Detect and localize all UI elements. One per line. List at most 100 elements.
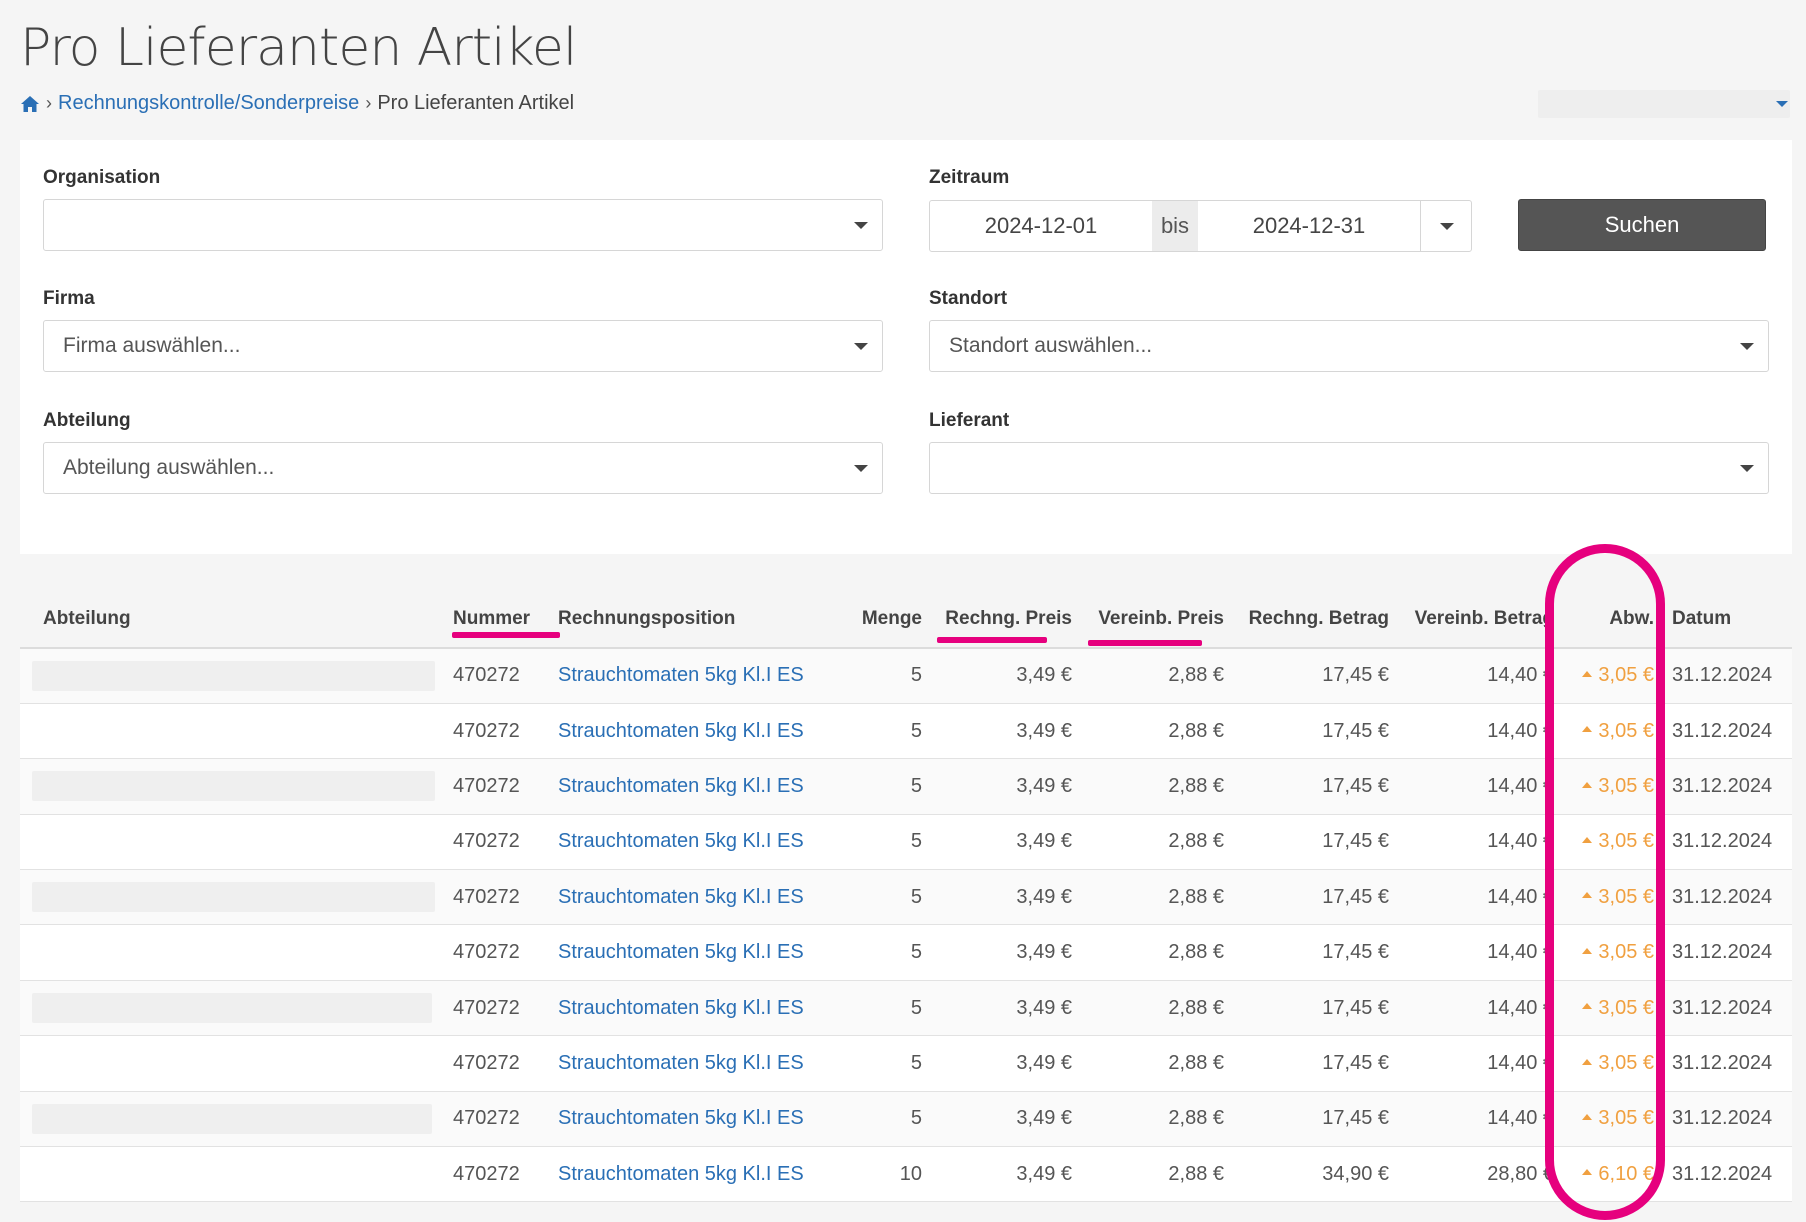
organisation-select[interactable] [43,199,883,251]
cell-vereinb-preis: 2,88 € [1076,814,1228,871]
cell-rechng-betrag: 17,45 € [1228,980,1393,1037]
cell-rechng-preis: 3,49 € [926,980,1076,1037]
cell-rechnungsposition: Strauchtomaten 5kg Kl.I ES [554,1035,820,1092]
date-range-dropdown[interactable] [1420,201,1471,251]
column-header-nummer[interactable]: Nummer [449,590,554,649]
cell-datum: 31.12.2024 [1668,1146,1792,1203]
cell-rechng-betrag: 17,45 € [1228,1035,1393,1092]
cell-menge: 5 [820,648,926,704]
table-row[interactable]: 470272 Strauchtomaten 5kg Kl.I ES 10 3,49 €… [20,1146,1792,1203]
cell-vereinb-preis: 2,88 € [1076,869,1228,926]
table-header-row: Abteilung Nummer Rechnungsposition Menge… [20,590,1792,649]
search-button[interactable]: Suchen [1518,199,1766,251]
cell-abteilung [20,1035,449,1092]
cell-datum: 31.12.2024 [1668,1035,1792,1092]
lieferant-select[interactable] [929,442,1769,494]
cell-rechng-preis: 3,49 € [926,924,1076,981]
column-header-vereinb-betrag[interactable]: Vereinb. Betrag [1393,590,1558,649]
table-row[interactable]: 470272 Strauchtomaten 5kg Kl.I ES 5 3,49 €2… [20,648,1792,704]
cell-menge: 5 [820,703,926,760]
column-header-abteilung[interactable]: Abteilung [20,590,449,649]
article-link[interactable]: Strauchtomaten 5kg Kl.I ES [558,941,804,963]
lieferant-label: Lieferant [929,410,1010,431]
table-row[interactable]: 470272 Strauchtomaten 5kg Kl.I ES 5 3,49 €2… [20,814,1792,871]
article-link[interactable]: Strauchtomaten 5kg Kl.I ES [558,886,804,908]
table-row[interactable]: 470272 Strauchtomaten 5kg Kl.I ES 5 3,49 €2… [20,758,1792,815]
article-link[interactable]: Strauchtomaten 5kg Kl.I ES [558,720,804,742]
cell-rechnungsposition: Strauchtomaten 5kg Kl.I ES [554,758,820,815]
cell-abteilung [20,703,449,760]
zeitraum-label: Zeitraum [929,167,1010,188]
cell-rechng-preis: 3,49 € [926,703,1076,760]
table-row[interactable]: 470272 Strauchtomaten 5kg Kl.I ES 5 3,49 €2… [20,703,1792,760]
cell-rechng-betrag: 17,45 € [1228,758,1393,815]
account-dropdown[interactable] [1538,90,1790,118]
standort-select[interactable]: Standort auswählen... [929,320,1769,372]
article-link[interactable]: Strauchtomaten 5kg Kl.I ES [558,1163,804,1185]
cell-rechnungsposition: Strauchtomaten 5kg Kl.I ES [554,648,820,704]
redacted-abteilung [32,1103,432,1134]
redacted-abteilung [32,882,435,913]
column-header-rechnungsposition[interactable]: Rechnungsposition [554,590,820,649]
article-link[interactable]: Strauchtomaten 5kg Kl.I ES [558,775,804,797]
article-link[interactable]: Strauchtomaten 5kg Kl.I ES [558,997,804,1019]
date-from-input[interactable]: 2024-12-01 [930,201,1152,251]
cell-vereinb-preis: 2,88 € [1076,1146,1228,1203]
column-header-rechng-betrag[interactable]: Rechng. Betrag [1228,590,1393,649]
highlight-underline-nummer [452,632,560,638]
cell-menge: 5 [820,924,926,981]
cell-rechnungsposition: Strauchtomaten 5kg Kl.I ES [554,703,820,760]
abteilung-select[interactable]: Abteilung auswählen... [43,442,883,494]
date-range-separator: bis [1152,201,1198,251]
cell-rechng-betrag: 17,45 € [1228,869,1393,926]
cell-vereinb-preis: 2,88 € [1076,703,1228,760]
table-row[interactable]: 470272 Strauchtomaten 5kg Kl.I ES 5 3,49 €2… [20,869,1792,926]
article-link[interactable]: Strauchtomaten 5kg Kl.I ES [558,830,804,852]
cell-datum: 31.12.2024 [1668,924,1792,981]
date-to-input[interactable]: 2024-12-31 [1198,201,1420,251]
article-link[interactable]: Strauchtomaten 5kg Kl.I ES [558,1107,804,1129]
cell-menge: 5 [820,980,926,1037]
column-header-datum[interactable]: Datum [1668,590,1792,649]
cell-nummer: 470272 [449,869,554,926]
cell-nummer: 470272 [449,648,554,704]
cell-vereinb-preis: 2,88 € [1076,980,1228,1037]
table-row[interactable]: 470272 Strauchtomaten 5kg Kl.I ES 5 3,49 €2… [20,980,1792,1037]
cell-rechng-preis: 3,49 € [926,1035,1076,1092]
cell-menge: 10 [820,1146,926,1203]
organisation-label: Organisation [43,167,161,188]
date-range-picker: 2024-12-01 bis 2024-12-31 [929,200,1472,252]
cell-menge: 5 [820,814,926,871]
table-row[interactable]: 470272 Strauchtomaten 5kg Kl.I ES 5 3,49 €2… [20,924,1792,981]
cell-vereinb-preis: 2,88 € [1076,1091,1228,1148]
table-row[interactable]: 470272 Strauchtomaten 5kg Kl.I ES 5 3,49 €2… [20,1035,1792,1092]
cell-nummer: 470272 [449,758,554,815]
column-header-menge[interactable]: Menge [820,590,926,649]
cell-nummer: 470272 [449,1035,554,1092]
cell-abteilung [20,980,449,1037]
firma-placeholder: Firma auswählen... [63,334,241,357]
cell-vereinb-betrag: 14,40 € [1393,869,1558,926]
breadcrumb-link-rechnungskontrolle[interactable]: Rechnungskontrolle/Sonderpreise [58,92,359,115]
breadcrumb: › Rechnungskontrolle/Sonderpreise › Pro … [20,92,574,115]
cell-abteilung [20,814,449,871]
cell-vereinb-preis: 2,88 € [1076,924,1228,981]
article-link[interactable]: Strauchtomaten 5kg Kl.I ES [558,664,804,686]
home-icon[interactable] [20,95,40,113]
page-title: Pro Lieferanten Artikel [20,18,577,78]
highlight-underline-vereinb-preis [1088,640,1202,646]
table-row[interactable]: 470272 Strauchtomaten 5kg Kl.I ES 5 3,49 €2… [20,1091,1792,1148]
cell-abteilung [20,1091,449,1148]
cell-vereinb-betrag: 14,40 € [1393,648,1558,704]
abteilung-label: Abteilung [43,410,131,431]
article-link[interactable]: Strauchtomaten 5kg Kl.I ES [558,1052,804,1074]
cell-rechng-preis: 3,49 € [926,648,1076,704]
cell-rechng-preis: 3,49 € [926,758,1076,815]
cell-datum: 31.12.2024 [1668,1091,1792,1148]
breadcrumb-separator: › [46,93,52,113]
cell-abteilung [20,924,449,981]
firma-select[interactable]: Firma auswählen... [43,320,883,372]
cell-nummer: 470272 [449,924,554,981]
standort-label: Standort [929,288,1008,309]
chevron-down-icon [1740,465,1754,472]
